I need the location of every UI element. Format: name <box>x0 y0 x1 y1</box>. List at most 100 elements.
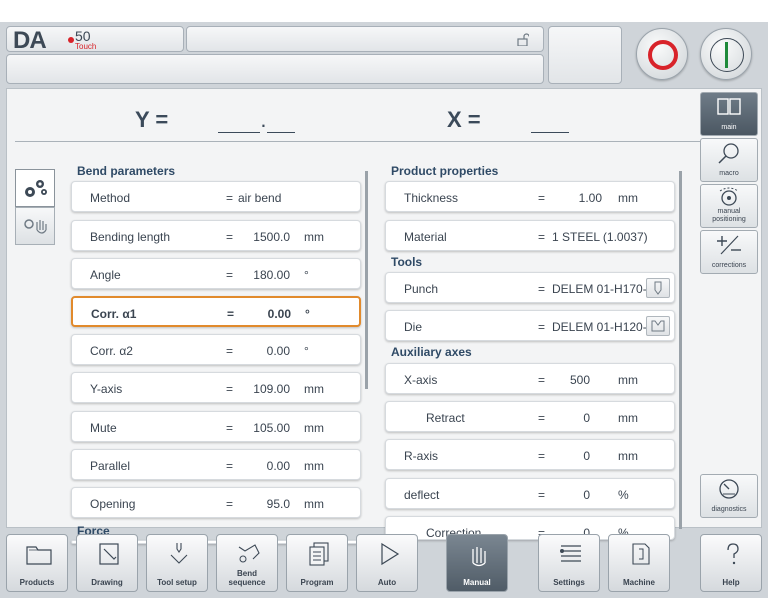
row-label: Thickness <box>404 191 459 205</box>
bend-param-row[interactable]: Y-axis = 109.00 mm <box>71 372 361 403</box>
play-icon <box>381 542 400 566</box>
row-eq: = <box>538 320 546 334</box>
row-unit: mm <box>304 421 324 435</box>
corrections-button[interactable]: corrections <box>700 230 758 274</box>
row-label: Y-axis <box>90 382 123 396</box>
start-icon <box>725 42 728 68</box>
auxiliary-axes-header: Auxiliary axes <box>391 345 472 359</box>
row-eq: = <box>538 191 546 205</box>
nav-drawing[interactable]: Drawing <box>76 534 138 592</box>
row-unit: mm <box>304 382 324 396</box>
nav-help[interactable]: Help <box>700 534 762 592</box>
main-caption: main <box>721 124 737 131</box>
nav-manual[interactable]: Manual <box>446 534 508 592</box>
thickness-row[interactable]: Thickness = 1.00 mm <box>385 181 675 212</box>
nav-bend-sequence[interactable]: Bend sequence <box>216 534 278 592</box>
row-eq: = <box>226 191 234 205</box>
die-select-button[interactable] <box>646 316 670 336</box>
logo-dot <box>68 37 74 43</box>
row-value: 109.00 <box>253 382 290 396</box>
row-value: DELEM 01-H170- <box>552 282 647 296</box>
bend-parameters-header: Bend parameters <box>77 164 176 178</box>
y-label: Y = <box>135 107 169 132</box>
row-value: 0 <box>583 411 590 425</box>
left-scrollbar[interactable] <box>365 171 368 389</box>
stop-icon <box>648 40 678 70</box>
x-readout: X = <box>447 107 569 133</box>
nav-label: Auto <box>377 578 397 587</box>
y-readout: Y = . <box>135 107 295 133</box>
nav-products[interactable]: Products <box>6 534 68 592</box>
row-eq: = <box>538 411 546 425</box>
aux-axis-row[interactable]: X-axis = 500 mm <box>385 363 675 394</box>
macro-button[interactable]: macro <box>700 138 758 182</box>
nav-tool-setup[interactable]: Tool setup <box>146 534 208 592</box>
row-label: Punch <box>404 282 439 296</box>
start-button[interactable] <box>700 28 752 80</box>
nav-auto[interactable]: Auto <box>356 534 418 592</box>
stop-button[interactable] <box>636 28 688 80</box>
row-label: Retract <box>426 411 465 425</box>
row-unit: mm <box>304 230 324 244</box>
row-unit: mm <box>304 497 324 511</box>
tab-manual-settings[interactable] <box>15 207 55 245</box>
row-value: DELEM 01-H120- <box>552 320 647 334</box>
row-label: Corr. α2 <box>90 344 133 358</box>
row-value: 105.00 <box>253 421 290 435</box>
status-bar <box>186 26 544 52</box>
tab-bend-parameters[interactable] <box>15 169 55 207</box>
manual-positioning-button[interactable]: manual positioning <box>700 184 758 228</box>
nav-label: Settings <box>553 578 585 587</box>
row-value: 0 <box>583 449 590 463</box>
material-row[interactable]: Material = 1 STEEL (1.0037) <box>385 220 675 251</box>
info-box <box>548 26 622 84</box>
nav-machine[interactable]: Machine <box>608 534 670 592</box>
unlock-icon[interactable] <box>517 33 529 46</box>
program-icon <box>309 542 329 566</box>
bend-param-row[interactable]: Corr. α2 = 0.00 ° <box>71 334 361 365</box>
x-label: X = <box>447 107 481 132</box>
nav-label: Drawing <box>91 578 123 587</box>
nav-program[interactable]: Program <box>286 534 348 592</box>
bend-param-row[interactable]: Angle = 180.00 ° <box>71 258 361 289</box>
logo-sub: Touch <box>75 42 97 51</box>
row-eq: = <box>538 449 546 463</box>
aux-axis-row[interactable]: R-axis = 0 mm <box>385 439 675 470</box>
row-label: Corr. α1 <box>91 307 137 321</box>
row-value: 1.00 <box>578 191 602 205</box>
brand-logo: DA 50 Touch <box>6 26 184 54</box>
punch-select-button[interactable] <box>646 278 670 298</box>
message-bar <box>6 54 544 84</box>
nav-label: Tool setup <box>157 578 197 587</box>
bend-param-row[interactable]: Parallel = 0.00 mm <box>71 449 361 480</box>
row-unit: % <box>618 488 629 502</box>
row-unit: mm <box>618 411 638 425</box>
nav-label: Help <box>722 578 740 587</box>
punch-row[interactable]: Punch = DELEM 01-H170- <box>385 272 675 303</box>
row-label: X-axis <box>404 373 438 387</box>
tool-setup-icon <box>170 543 188 564</box>
bend-param-row[interactable]: Opening = 95.0 mm <box>71 487 361 518</box>
nav-label: Machine <box>622 578 655 587</box>
panels-icon <box>717 98 741 115</box>
right-scrollbar[interactable] <box>679 171 682 529</box>
app-frame: DA 50 Touch Y = . X = Bend parameters Me… <box>0 22 768 598</box>
diagnostics-button[interactable]: diagnostics <box>700 474 758 518</box>
row-unit: mm <box>304 459 324 473</box>
row-unit: ° <box>304 268 309 282</box>
bend-param-row[interactable]: Mute = 105.00 mm <box>71 411 361 442</box>
row-unit: mm <box>618 373 638 387</box>
bend-param-row[interactable]: Method = air bend <box>71 181 361 212</box>
punch-icon <box>654 281 662 295</box>
main-view-button[interactable]: main <box>700 92 758 136</box>
logo-text: DA <box>13 27 47 54</box>
nav-settings[interactable]: Settings <box>538 534 600 592</box>
aux-axis-row[interactable]: deflect = 0% <box>385 478 675 509</box>
row-label: Bending length <box>90 230 171 244</box>
row-value: 0 <box>583 488 590 502</box>
aux-axis-row[interactable]: Retract = 0 mm <box>385 401 675 432</box>
bend-param-row[interactable]: Bending length = 1500.0 mm <box>71 220 361 251</box>
dial-icon <box>719 187 739 206</box>
die-row[interactable]: Die = DELEM 01-H120- <box>385 310 675 341</box>
bend-param-row[interactable]: Corr. α1 = 0.00 ° <box>71 296 361 327</box>
